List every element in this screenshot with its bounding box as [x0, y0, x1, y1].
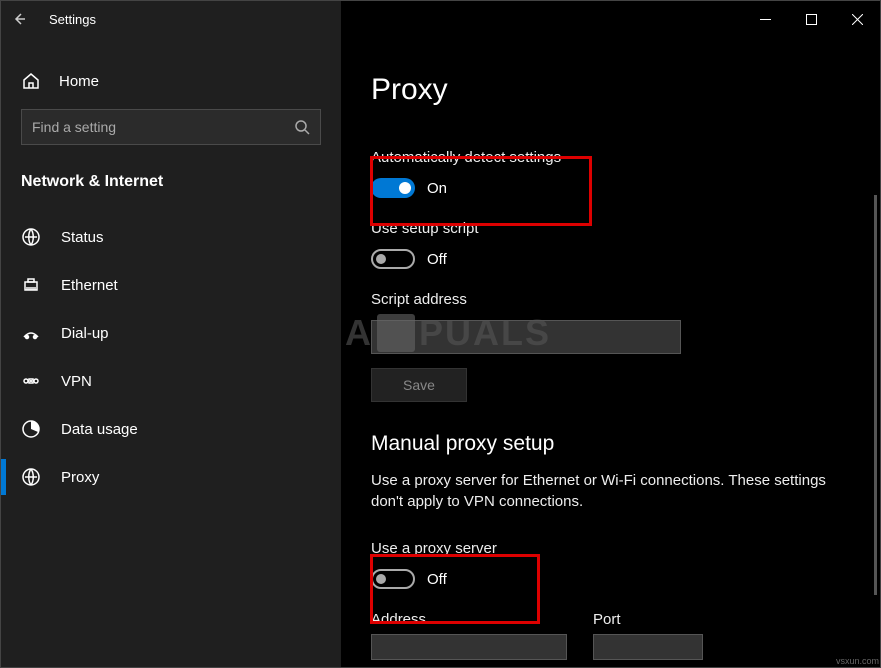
category-title: Network & Internet [1, 173, 341, 213]
sidebar-item-status[interactable]: Status [1, 213, 341, 261]
search-icon [294, 119, 310, 135]
port-label: Port [593, 611, 703, 628]
status-icon [21, 227, 41, 247]
dialup-icon [21, 323, 41, 343]
page-title: Proxy [371, 73, 856, 107]
arrow-left-icon [11, 11, 27, 27]
manual-desc: Use a proxy server for Ethernet or Wi-Fi… [371, 470, 841, 512]
save-button[interactable]: Save [371, 368, 467, 402]
scrollbar[interactable] [874, 195, 877, 595]
close-button[interactable] [834, 1, 880, 37]
highlight-box-auto-detect [370, 156, 592, 226]
maximize-icon [806, 14, 817, 25]
titlebar: Settings [1, 1, 880, 37]
nav-label: Proxy [61, 469, 99, 486]
sidebar: Home Network & Internet Status Ethernet … [1, 37, 341, 667]
minimize-button[interactable] [742, 1, 788, 37]
script-address-label: Script address [371, 291, 856, 308]
window-title: Settings [37, 12, 96, 27]
source-attribution: vsxun.com [836, 656, 879, 666]
port-input[interactable] [593, 634, 703, 660]
sidebar-item-vpn[interactable]: VPN [1, 357, 341, 405]
proxy-icon [21, 467, 41, 487]
setup-script-toggle[interactable] [371, 249, 415, 269]
setup-script-state: Off [427, 251, 447, 268]
sidebar-item-proxy[interactable]: Proxy [1, 453, 341, 501]
search-box[interactable] [21, 109, 321, 145]
maximize-button[interactable] [788, 1, 834, 37]
sidebar-item-ethernet[interactable]: Ethernet [1, 261, 341, 309]
nav-label: Dial-up [61, 325, 109, 342]
nav-label: Ethernet [61, 277, 118, 294]
home-label: Home [59, 73, 99, 90]
datausage-icon [21, 419, 41, 439]
search-input[interactable] [32, 119, 294, 135]
sidebar-item-dialup[interactable]: Dial-up [1, 309, 341, 357]
vpn-icon [21, 371, 41, 391]
nav-label: Data usage [61, 421, 138, 438]
home-icon [21, 71, 41, 91]
home-link[interactable]: Home [1, 65, 341, 109]
script-address-input[interactable] [371, 320, 681, 354]
nav-label: VPN [61, 373, 92, 390]
address-input[interactable] [371, 634, 567, 660]
ethernet-icon [21, 275, 41, 295]
sidebar-item-datausage[interactable]: Data usage [1, 405, 341, 453]
manual-section-title: Manual proxy setup [371, 432, 856, 456]
back-button[interactable] [1, 1, 37, 37]
nav-label: Status [61, 229, 104, 246]
close-icon [852, 14, 863, 25]
highlight-box-use-proxy [370, 554, 540, 624]
minimize-icon [760, 14, 771, 25]
